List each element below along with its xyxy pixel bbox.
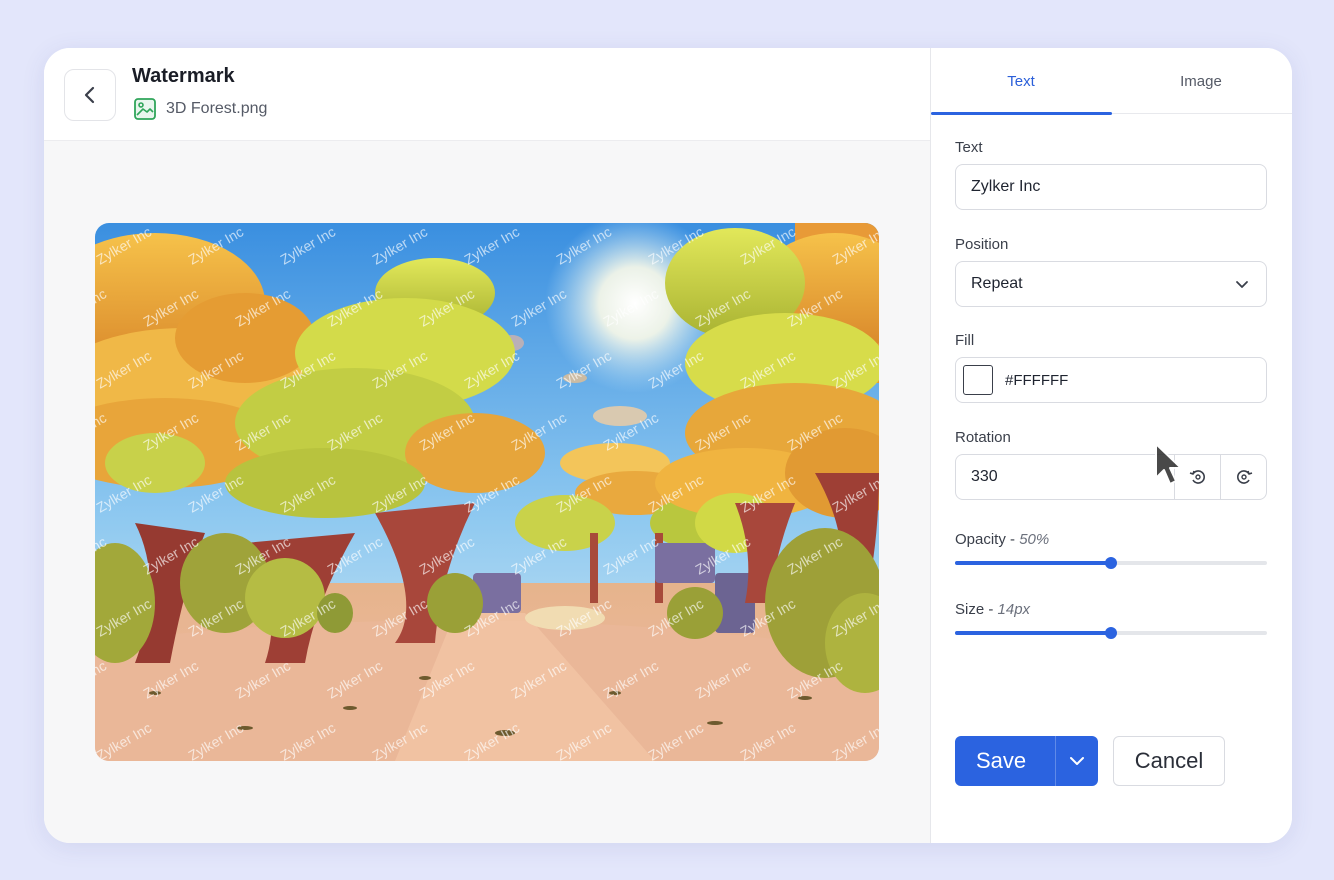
file-name: 3D Forest.png [166,100,268,117]
tab-image-label: Image [1180,72,1222,90]
save-button-label: Save [976,748,1027,773]
tab-text-label: Text [1007,72,1035,90]
save-options-button[interactable] [1056,752,1098,770]
watermark-dialog: Watermark 3D Forest.png Zylker Inc Zylke… [44,48,1292,843]
text-label: Text [955,139,983,156]
rotate-left-icon [1189,470,1205,484]
preview-pane: Watermark 3D Forest.png Zylker Inc Zylke… [44,48,930,843]
opacity-label: Opacity - 50% [955,531,1050,548]
size-label: Size - 14px [955,601,1031,618]
rotation-value: 330 [971,468,998,485]
opacity-label-text: Opacity [955,531,1006,548]
image-preview: Zylker Inc Zylker Inc Zylker Inc Zylker Inc… [95,223,879,761]
rotation-input[interactable]: 330 [955,454,1267,500]
rotate-left-button[interactable] [1174,455,1220,499]
image-file-icon [134,98,156,120]
page-title: Watermark [132,65,235,87]
opacity-slider-thumb[interactable] [1105,557,1117,569]
position-label: Position [955,236,1009,253]
tab-bar: Text Image [931,48,1292,115]
size-label-text: Size [955,601,985,618]
opacity-value: 50% [1019,531,1050,548]
rotate-right-icon [1236,470,1252,484]
chevron-down-icon [1236,281,1248,288]
opacity-slider-fill [955,561,1111,565]
back-button[interactable] [64,69,116,121]
rotation-label: Rotation [955,429,1011,446]
settings-panel: Text Image Text Zylker Inc Position Repe… [931,48,1292,843]
fill-label: Fill [955,332,975,349]
header: Watermark 3D Forest.png [44,48,930,141]
size-slider-fill [955,631,1111,635]
position-select-value: Repeat [971,275,1023,292]
color-swatch[interactable] [963,365,993,395]
chevron-left-icon [84,86,95,104]
rotate-right-button[interactable] [1220,455,1266,499]
fill-color-value: #FFFFFF [1005,371,1069,389]
tab-image[interactable]: Image [1111,48,1291,114]
text-input[interactable]: Zylker Inc [955,164,1267,210]
tab-text[interactable]: Text [931,48,1112,115]
file-info: 3D Forest.png [133,97,267,121]
active-tab-indicator [931,112,1112,115]
opacity-slider[interactable] [955,555,1267,571]
size-slider[interactable] [955,625,1267,641]
forest-image: Zylker Inc Zylker Inc Zylker Inc Zylker Inc… [95,223,879,761]
save-button[interactable]: Save [955,736,1098,786]
size-slider-thumb[interactable] [1105,627,1117,639]
position-select[interactable]: Repeat [955,261,1267,307]
fill-color-input[interactable]: #FFFFFF [955,357,1267,403]
text-input-value: Zylker Inc [971,178,1041,195]
size-value: 14px [997,601,1031,618]
chevron-down-icon [1070,757,1084,765]
cancel-button[interactable]: Cancel [1113,736,1225,786]
